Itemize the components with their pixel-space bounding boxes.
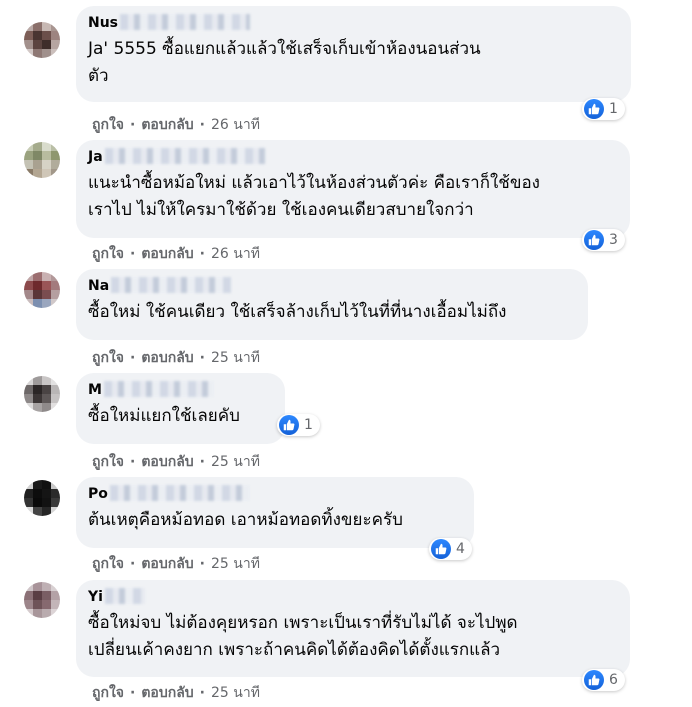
- comment-bubble: Nus Ja' 5555 ซื้อแยกแล้วแล้วใช้เสร็จเก็บ…: [76, 6, 631, 102]
- separator-dot: ·: [199, 454, 205, 470]
- comment-author[interactable]: Na: [88, 277, 576, 295]
- separator-dot: ·: [199, 117, 205, 133]
- avatar[interactable]: [24, 22, 60, 58]
- comment-actions: ถูกใจ · ตอบกลับ · 25 นาที: [92, 347, 260, 369]
- like-icon: [431, 539, 451, 559]
- comment-timestamp[interactable]: 25 นาที: [211, 553, 260, 575]
- reaction-count-badge[interactable]: 6: [582, 669, 625, 691]
- reaction-count: 3: [609, 232, 618, 248]
- comment-author[interactable]: Po: [88, 485, 462, 503]
- reply-button[interactable]: ตอบกลับ: [141, 347, 193, 369]
- separator-dot: ·: [199, 556, 205, 572]
- comment-actions: ถูกใจ · ตอบกลับ · 26 นาที: [92, 243, 260, 265]
- reply-button[interactable]: ตอบกลับ: [141, 553, 193, 575]
- comment-bubble: Yi ซื้อใหม่จบ ไม่ต้องคุยหรอก เพราะเป็นเร…: [76, 580, 630, 677]
- comment-timestamp[interactable]: 26 นาที: [211, 114, 260, 136]
- like-icon: [584, 670, 604, 690]
- avatar[interactable]: [24, 376, 60, 412]
- reaction-count: 4: [456, 541, 465, 557]
- separator-dot: ·: [130, 454, 136, 470]
- reaction-count: 1: [609, 101, 618, 117]
- reaction-count: 6: [609, 672, 618, 688]
- reply-button[interactable]: ตอบกลับ: [141, 451, 193, 473]
- reply-button[interactable]: ตอบกลับ: [141, 682, 193, 704]
- comment-bubble: M ซื้อใหม่แยกใช้เลยคับ: [76, 373, 285, 444]
- like-icon: [584, 230, 604, 250]
- comment-bubble: Po ต้นเหตุคือหม้อทอด เอาหม้อทอดทิ้งขยะคร…: [76, 477, 474, 548]
- like-button[interactable]: ถูกใจ: [92, 243, 124, 265]
- reply-button[interactable]: ตอบกลับ: [141, 243, 193, 265]
- separator-dot: ·: [130, 117, 136, 133]
- comment-actions: ถูกใจ · ตอบกลับ · 25 นาที: [92, 553, 260, 575]
- avatar[interactable]: [24, 582, 60, 618]
- separator-dot: ·: [199, 685, 205, 701]
- comment-text-line: เราไป ไม่ให้ใครมาใช้ด้วย ใช้เองคนเดียวสบ…: [88, 200, 474, 220]
- comment-actions: ถูกใจ · ตอบกลับ · 25 นาที: [92, 451, 260, 473]
- separator-dot: ·: [199, 350, 205, 366]
- comment-text-line: Ja' 5555 ซื้อแยกแล้วแล้วใช้เสร็จเก็บเข้า…: [88, 39, 481, 59]
- comment-author[interactable]: Nus: [88, 14, 619, 32]
- comment-bubble: Na ซื้อใหม่ ใช้คนเดียว ใช้เสร็จล้างเก็บไ…: [76, 269, 588, 340]
- reaction-count-badge[interactable]: 1: [277, 414, 320, 436]
- comment-timestamp[interactable]: 25 นาที: [211, 451, 260, 473]
- like-button[interactable]: ถูกใจ: [92, 114, 124, 136]
- separator-dot: ·: [130, 556, 136, 572]
- like-button[interactable]: ถูกใจ: [92, 347, 124, 369]
- comment-text-line: ตัว: [88, 66, 109, 86]
- comment-author[interactable]: M: [88, 381, 273, 399]
- comment-author[interactable]: Ja: [88, 148, 618, 166]
- separator-dot: ·: [130, 246, 136, 262]
- separator-dot: ·: [199, 246, 205, 262]
- comment-text-line: เปลี่ยนเค้าคงยาก เพราะถ้าคนคิดได้ต้องคิด…: [88, 640, 501, 660]
- comment-actions: ถูกใจ · ตอบกลับ · 26 นาที: [92, 114, 260, 136]
- comment-timestamp[interactable]: 26 นาที: [211, 243, 260, 265]
- comment-author[interactable]: Yi: [88, 588, 618, 606]
- like-icon: [279, 415, 299, 435]
- reaction-count: 1: [304, 417, 313, 433]
- separator-dot: ·: [130, 685, 136, 701]
- comment-text-line: ต้นเหตุคือหม้อทอด เอาหม้อทอดทิ้งขยะครับ: [88, 510, 403, 530]
- comment-text-line: ซื้อใหม่ ใช้คนเดียว ใช้เสร็จล้างเก็บไว้ใ…: [88, 302, 507, 322]
- comment-actions: ถูกใจ · ตอบกลับ · 25 นาที: [92, 682, 260, 704]
- like-button[interactable]: ถูกใจ: [92, 553, 124, 575]
- comment-text-line: แนะนำซื้อหม้อใหม่ แล้วเอาไว้ในห้องส่วนตั…: [88, 173, 540, 193]
- reaction-count-badge[interactable]: 3: [582, 229, 625, 251]
- avatar[interactable]: [24, 142, 60, 178]
- comment-text-line: ซื้อใหม่แยกใช้เลยคับ: [88, 406, 240, 426]
- comment-timestamp[interactable]: 25 นาที: [211, 347, 260, 369]
- like-button[interactable]: ถูกใจ: [92, 682, 124, 704]
- reaction-count-badge[interactable]: 4: [429, 538, 472, 560]
- separator-dot: ·: [130, 350, 136, 366]
- avatar[interactable]: [24, 272, 60, 308]
- like-icon: [584, 99, 604, 119]
- reaction-count-badge[interactable]: 1: [582, 98, 625, 120]
- comment-text-line: ซื้อใหม่จบ ไม่ต้องคุยหรอก เพราะเป็นเราที…: [88, 613, 518, 633]
- avatar[interactable]: [24, 480, 60, 516]
- comment-timestamp[interactable]: 25 นาที: [211, 682, 260, 704]
- like-button[interactable]: ถูกใจ: [92, 451, 124, 473]
- comment-bubble: Ja แนะนำซื้อหม้อใหม่ แล้วเอาไว้ในห้องส่ว…: [76, 140, 630, 238]
- reply-button[interactable]: ตอบกลับ: [141, 114, 193, 136]
